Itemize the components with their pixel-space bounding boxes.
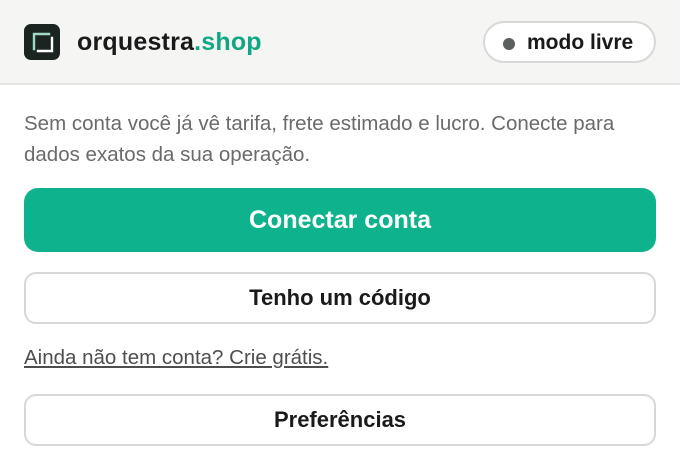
mode-label: modo livre [527, 31, 634, 54]
mode-toggle-button[interactable]: modo livre [483, 21, 656, 63]
preferences-button[interactable]: Preferências [24, 394, 656, 446]
connect-account-button[interactable]: Conectar conta [24, 188, 656, 252]
brand-tld: .shop [194, 28, 262, 56]
signup-link[interactable]: Ainda não tem conta? Crie grátis. [24, 345, 328, 371]
header: orquestra.shop modo livre [0, 0, 680, 85]
have-code-button[interactable]: Tenho um código [24, 272, 656, 324]
brand-name: orquestra [77, 28, 195, 56]
intro-text: Sem conta você já vê tarifa, frete estim… [24, 112, 615, 166]
status-dot-icon [503, 38, 515, 50]
bracket-logo-icon [24, 24, 60, 60]
brand-wordmark: orquestra.shop [77, 27, 262, 57]
